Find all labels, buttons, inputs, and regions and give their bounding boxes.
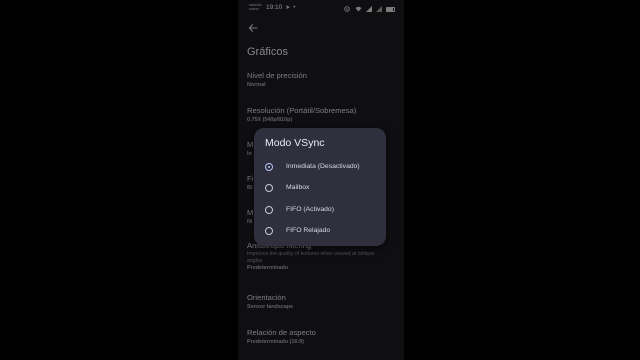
vsync-option-mailbox[interactable]: Mailbox (262, 181, 382, 197)
dialog-title: Modo VSync (265, 137, 325, 149)
radio-button[interactable] (265, 163, 273, 171)
radio-button[interactable] (265, 206, 273, 214)
phone-screen: ssiocillo sosrsr 19:10 ➤ • Gráficos Nive… (238, 0, 404, 360)
vsync-option-fifo-relaxed[interactable]: FIFO Relajado (262, 224, 382, 240)
radio-selected-dot (267, 165, 270, 168)
vsync-mode-dialog: Modo VSync Inmediata (Desactivado) Mailb… (254, 128, 386, 246)
radio-button[interactable] (265, 227, 273, 235)
option-label: FIFO Relajado (286, 227, 331, 234)
vsync-option-immediate[interactable]: Inmediata (Desactivado) (262, 160, 382, 176)
radio-button[interactable] (265, 184, 273, 192)
option-label: FIFO (Activado) (286, 206, 334, 213)
option-label: Inmediata (Desactivado) (286, 163, 360, 170)
option-label: Mailbox (286, 184, 310, 191)
vsync-option-fifo[interactable]: FIFO (Activado) (262, 203, 382, 219)
